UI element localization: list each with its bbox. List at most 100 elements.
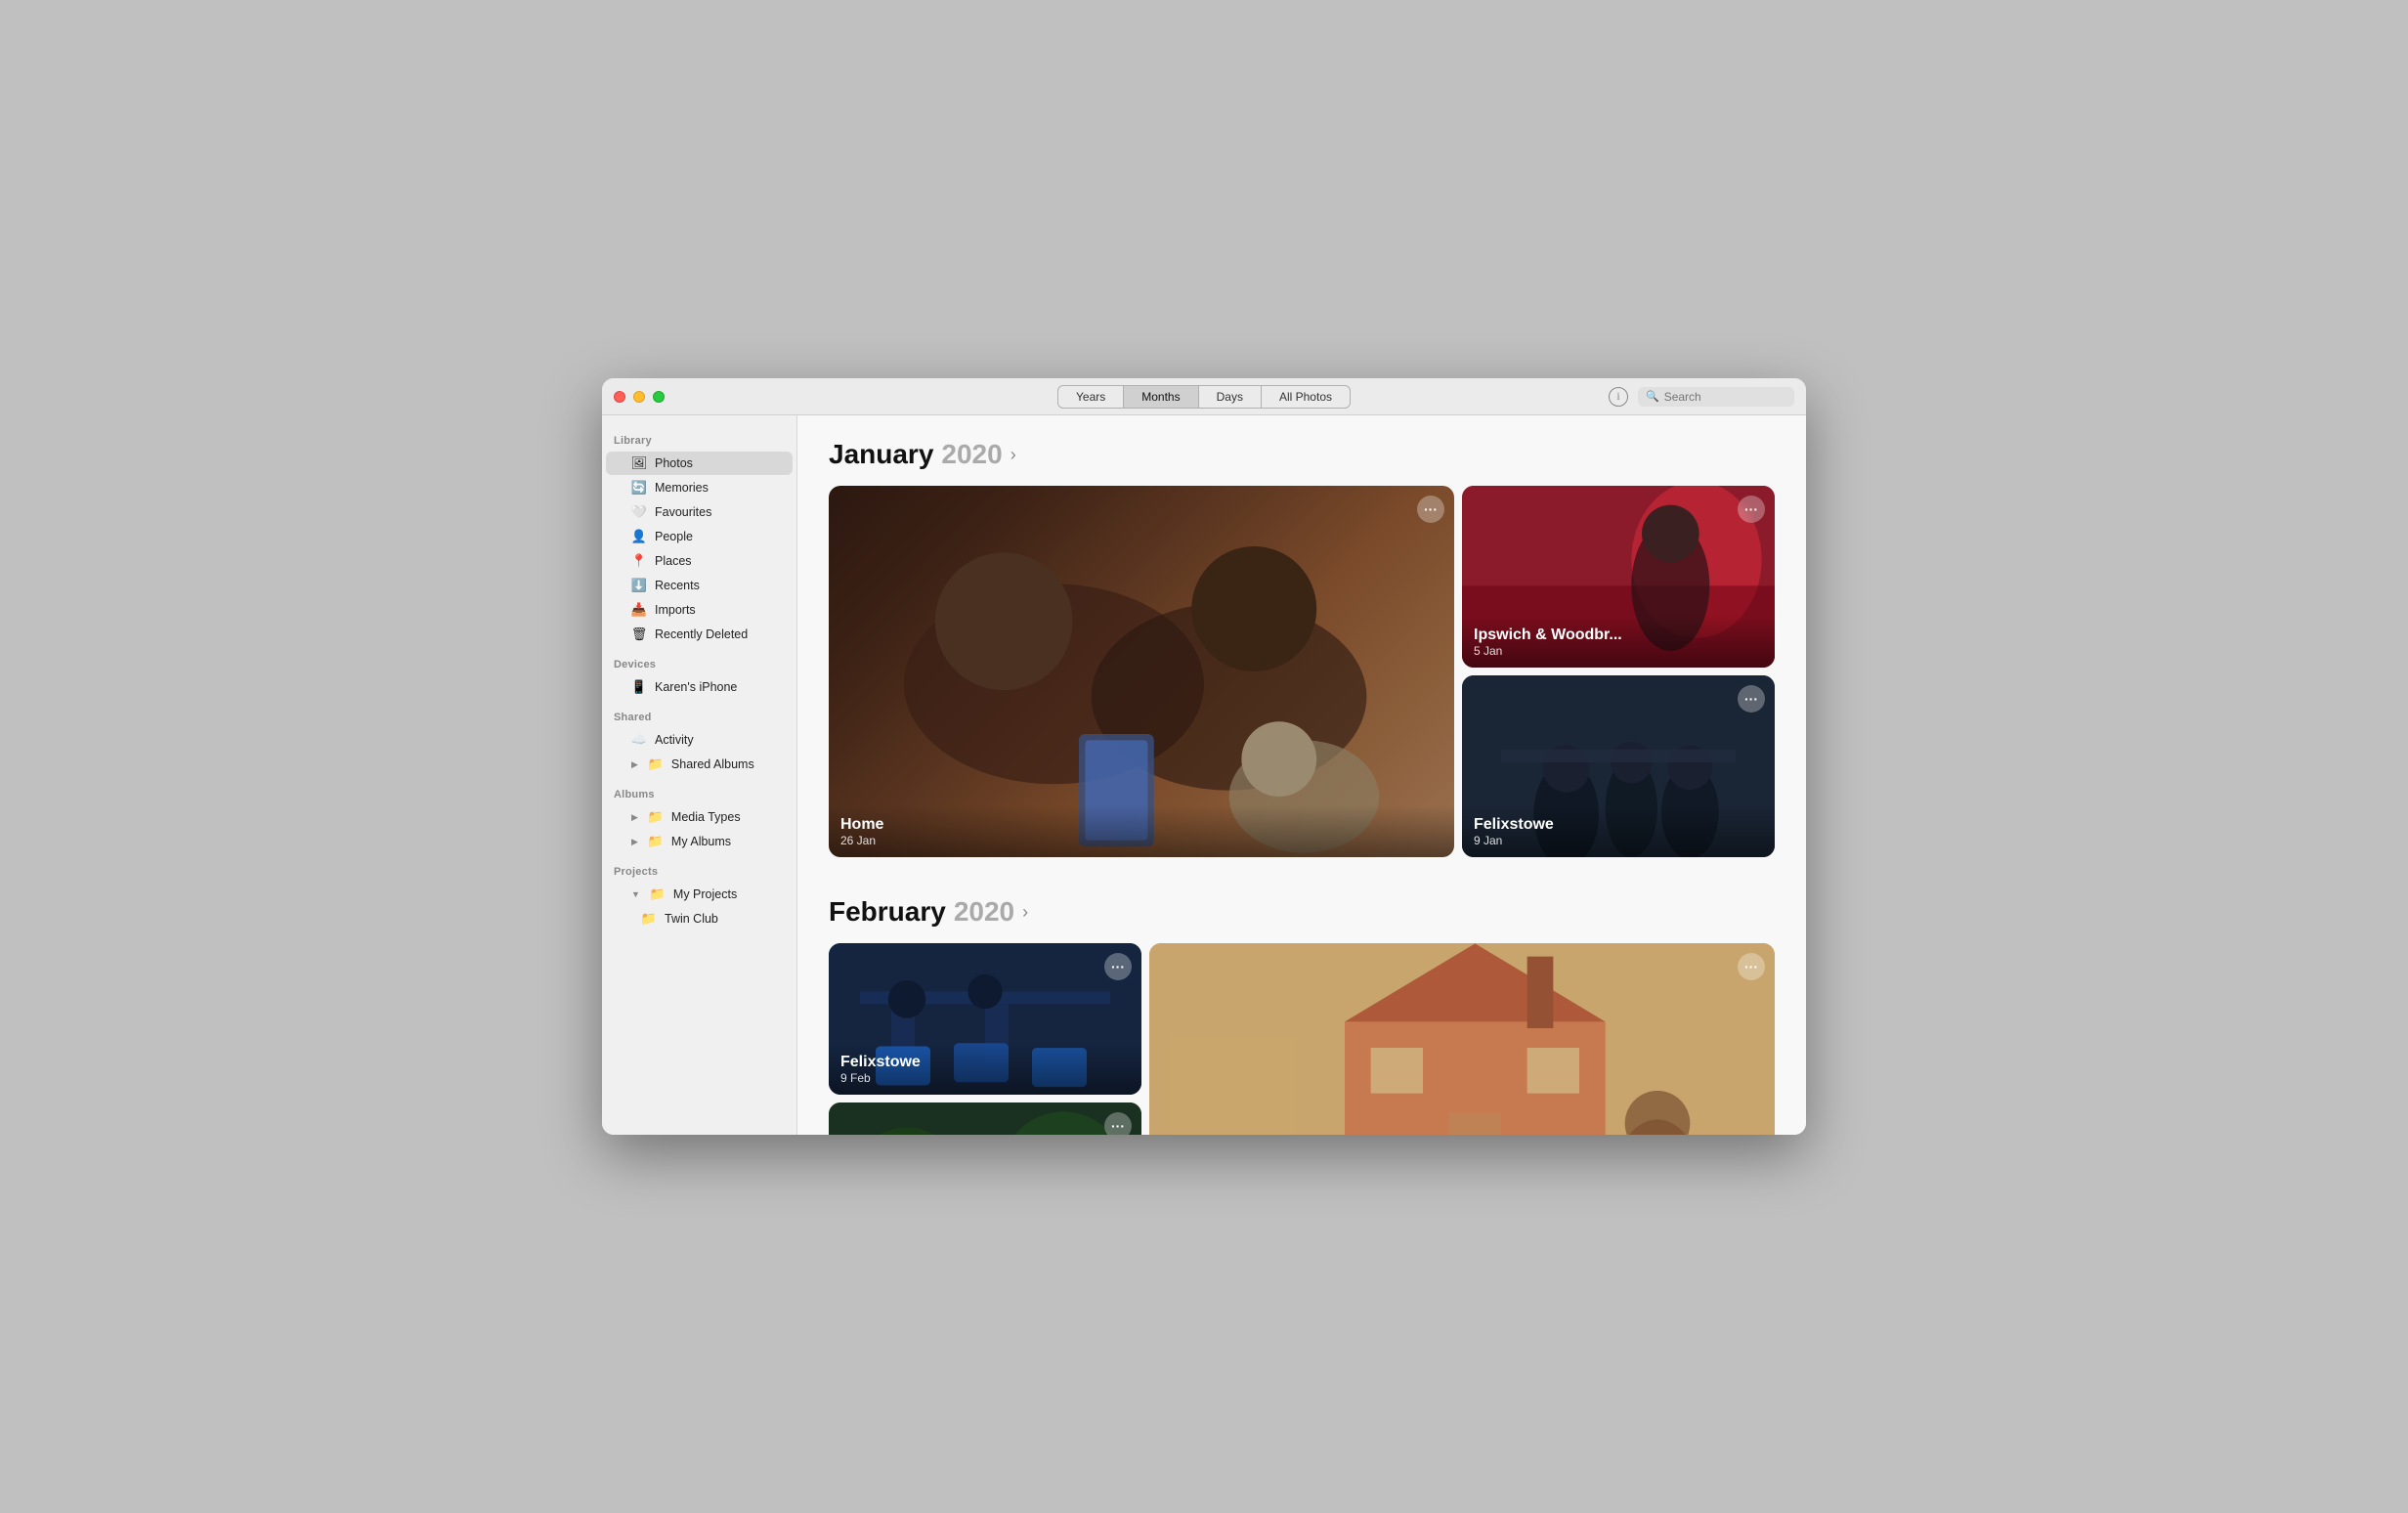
album-card-felixstowe-jan[interactable]: Felixstowe 9 Jan ··· [1462,675,1775,857]
sidebar-item-recently-deleted[interactable]: 🗑 Recently Deleted [606,623,793,646]
shared-header: Shared [602,700,796,727]
devices-header: Devices [602,647,796,674]
sidebar-item-label: Karen's iPhone [655,680,737,694]
more-options-button[interactable]: ··· [1417,496,1444,523]
tab-years[interactable]: Years [1057,385,1124,409]
jan-photo-grid: Home 26 Jan ··· [829,486,1775,865]
album-date: 26 Jan [840,834,1442,847]
view-tabs: Years Months Days All Photos [1057,385,1351,409]
album-card-home-ipswich[interactable]: Home & Ipswich 10 Feb ··· [829,1102,1141,1135]
sidebar-item-label: Media Types [671,810,741,824]
folder-icon: 📁 [650,886,666,902]
sidebar-item-label: Twin Club [665,912,718,926]
month-section-jan: January 2020 › [829,439,1775,865]
album-date: 9 Feb [840,1071,1130,1085]
location-icon: 📍 [631,553,647,569]
album-title: Ipswich & Woodbr... [1474,626,1763,644]
folder-icon: 📁 [648,809,664,825]
photos-icon: 🖼 [631,455,647,471]
imports-icon: 📥 [631,602,647,618]
sidebar-item-label: My Projects [673,887,737,901]
photos-app-window: Years Months Days All Photos i 🔍 Library… [602,378,1806,1135]
search-input[interactable] [1664,390,1782,404]
tab-all-photos[interactable]: All Photos [1262,385,1351,409]
iphone-icon: 📱 [631,679,647,695]
sidebar-item-label: Memories [655,481,709,495]
sidebar-item-label: Recents [655,579,700,592]
sidebar-item-photos[interactable]: 🖼 Photos [606,452,793,475]
album-date: 5 Jan [1474,644,1763,658]
memories-icon: 🔄 [631,480,647,496]
sidebar-item-twin-club[interactable]: 📁 Twin Club [606,907,793,930]
album-date: 9 Jan [1474,834,1763,847]
tab-months[interactable]: Months [1124,385,1198,409]
chevron-right-icon: ▶ [631,759,638,770]
year-label: 2020 [954,896,1014,928]
maximize-button[interactable] [653,391,665,403]
folder-icon: 📁 [648,756,664,772]
tab-days[interactable]: Days [1199,385,1262,409]
chevron-right-icon: ▶ [631,837,638,847]
more-options-button[interactable]: ··· [1738,496,1765,523]
close-button[interactable] [614,391,625,403]
search-box[interactable]: 🔍 [1638,387,1794,407]
card-overlay: Felixstowe 9 Feb [829,1043,1141,1095]
album-card-felixstowe-feb[interactable]: Felixstowe 9 Feb ··· [829,943,1141,1095]
sidebar-item-label: Photos [655,456,693,470]
card-overlay: Home 26 Jan [829,805,1454,857]
year-label: 2020 [941,439,1002,470]
sidebar-item-media-types[interactable]: ▶ 📁 Media Types [606,805,793,829]
folder-icon: 📁 [648,834,664,849]
sidebar: Library 🖼 Photos 🔄 Memories 🤍 Favourites… [602,415,797,1135]
sidebar-item-label: Favourites [655,505,711,519]
album-card-ipswich[interactable]: Ipswich & Woodbr... 5 Jan ··· [1462,486,1775,668]
feb-small-col: Felixstowe 9 Feb ··· [829,943,1141,1135]
sidebar-item-my-albums[interactable]: ▶ 📁 My Albums [606,830,793,853]
feb-photo-grid: Felixstowe 9 Feb ··· [829,943,1775,1135]
sidebar-item-label: Shared Albums [671,757,754,771]
project-icon: 📁 [641,911,657,927]
sidebar-item-memories[interactable]: 🔄 Memories [606,476,793,499]
chevron-right-icon: ▶ [631,812,638,823]
month-name: January [829,439,933,470]
traffic-lights [614,391,665,403]
sidebar-item-people[interactable]: 👤 People [606,525,793,548]
album-title: Felixstowe [840,1053,1130,1071]
cloud-icon: ☁️ [631,732,647,748]
sidebar-item-places[interactable]: 📍 Places [606,549,793,573]
album-title: Home [840,815,1442,834]
sidebar-item-iphone[interactable]: 📱 Karen's iPhone [606,675,793,699]
minimize-button[interactable] [633,391,645,403]
trash-icon: 🗑 [631,627,647,642]
more-options-button[interactable]: ··· [1104,953,1132,980]
recents-icon: ⬇️ [631,578,647,593]
titlebar: Years Months Days All Photos i 🔍 [602,378,1806,415]
sidebar-item-label: Activity [655,733,694,747]
album-card-woodbridge[interactable]: Woodbridge - Ash Wednesday Wednesday ··· [1149,943,1775,1135]
album-title: Felixstowe [1474,815,1763,834]
chevron-right-icon: › [1022,902,1028,923]
sidebar-item-shared-albums[interactable]: ▶ 📁 Shared Albums [606,753,793,776]
more-options-button[interactable]: ··· [1104,1112,1132,1135]
chevron-down-icon: ▼ [631,889,640,899]
album-card-home-jan[interactable]: Home 26 Jan ··· [829,486,1454,857]
projects-header: Projects [602,854,796,882]
sidebar-item-activity[interactable]: ☁️ Activity [606,728,793,752]
sidebar-item-label: People [655,530,693,543]
heart-icon: 🤍 [631,504,647,520]
sidebar-item-my-projects[interactable]: ▼ 📁 My Projects [606,883,793,906]
sidebar-item-label: Recently Deleted [655,627,748,641]
card-overlay: Ipswich & Woodbr... 5 Jan [1462,616,1775,668]
sidebar-item-label: My Albums [671,835,731,848]
sidebar-item-label: Imports [655,603,696,617]
more-options-button[interactable]: ··· [1738,685,1765,713]
sidebar-item-imports[interactable]: 📥 Imports [606,598,793,622]
sidebar-item-recents[interactable]: ⬇️ Recents [606,574,793,597]
sidebar-item-favourites[interactable]: 🤍 Favourites [606,500,793,524]
more-options-button[interactable]: ··· [1738,953,1765,980]
month-title-jan: January 2020 › [829,439,1775,470]
library-header: Library [602,423,796,451]
info-button[interactable]: i [1609,387,1628,407]
month-title-feb: February 2020 › [829,896,1775,928]
chevron-right-icon: › [1010,445,1016,465]
